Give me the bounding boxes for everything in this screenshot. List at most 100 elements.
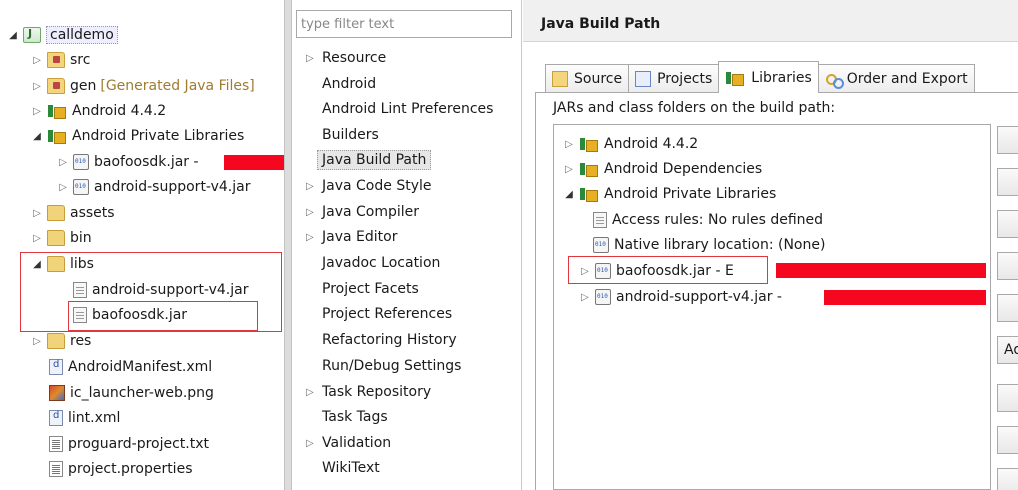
expand-arrow-icon[interactable]: ▷ — [306, 181, 322, 192]
nav-item-project-references[interactable]: Project References — [306, 302, 452, 326]
lib-item-android-private-libraries[interactable]: ◢ Android Private Libraries — [562, 181, 776, 207]
remove-button[interactable] — [997, 426, 1018, 454]
lib-item-access-rules[interactable]: Access rules: No rules defined — [590, 207, 823, 233]
nav-item-validation[interactable]: ▷ Validation — [306, 431, 391, 455]
collapse-arrow-icon[interactable]: ◢ — [30, 131, 44, 142]
expand-arrow-icon[interactable]: ▷ — [30, 55, 44, 66]
tree-item-android-private-libraries[interactable]: ◢ Android Private Libraries — [30, 123, 244, 149]
nav-item-android[interactable]: Android — [306, 72, 376, 96]
expand-arrow-icon[interactable]: ▷ — [306, 207, 322, 218]
nav-item-java-build-path[interactable]: Java Build Path — [306, 148, 432, 172]
expand-arrow-icon[interactable]: ▷ — [578, 292, 592, 303]
tree-item-label: libs — [70, 256, 94, 272]
tree-item-assets[interactable]: ▷ assets — [30, 200, 115, 226]
expand-arrow-icon[interactable]: ▷ — [306, 387, 322, 398]
folder-icon — [47, 230, 65, 246]
expand-arrow-icon[interactable]: ▷ — [30, 208, 44, 219]
tab-source[interactable]: Source — [545, 64, 630, 92]
nav-item-builders[interactable]: Builders — [306, 123, 379, 147]
tree-item-label: gen — [70, 78, 97, 94]
tree-item-ic-launcher[interactable]: ic_launcher-web.png — [46, 380, 214, 406]
expand-arrow-icon[interactable]: ▷ — [30, 106, 44, 117]
expand-arrow-icon[interactable]: ▷ — [30, 233, 44, 244]
nav-item-run-debug-settings[interactable]: Run/Debug Settings — [306, 354, 461, 378]
nav-item-label: Run/Debug Settings — [322, 358, 462, 374]
expand-arrow-icon[interactable]: ▷ — [578, 266, 592, 277]
tree-item-baofoosdk-jar[interactable]: ▷ baofoosdk.jar - — [56, 149, 199, 175]
view-splitter[interactable] — [284, 0, 292, 490]
expand-arrow-icon[interactable]: ▷ — [30, 81, 44, 92]
filter-input[interactable] — [296, 10, 512, 38]
tree-item-libs-baofoosdk-jar[interactable]: baofoosdk.jar — [70, 302, 187, 328]
tree-item-libs[interactable]: ◢ libs — [30, 251, 94, 277]
jar-icon — [73, 154, 89, 170]
tree-item-libs-android-support-jar[interactable]: android-support-v4.jar — [70, 277, 248, 303]
nav-item-android-lint[interactable]: Android Lint Preferences — [306, 97, 493, 121]
add-variable-button[interactable] — [997, 210, 1018, 238]
tab-label: Order and Export — [846, 70, 968, 87]
redaction-bar — [776, 263, 986, 278]
expand-arrow-icon[interactable]: ▷ — [306, 53, 322, 64]
tree-item-proguard[interactable]: proguard-project.txt — [46, 431, 209, 457]
collapse-arrow-icon[interactable]: ◢ — [562, 189, 576, 200]
tree-item-bin[interactable]: ▷ bin — [30, 225, 92, 251]
tab-label: Projects — [657, 70, 713, 87]
lib-item-baofoosdk-jar[interactable]: ▷ baofoosdk.jar - E — [578, 258, 734, 284]
nav-item-resource[interactable]: ▷ Resource — [306, 46, 386, 70]
nav-item-project-facets[interactable]: Project Facets — [306, 277, 419, 301]
nav-item-task-repository[interactable]: ▷ Task Repository — [306, 380, 431, 404]
expand-arrow-icon[interactable]: ▷ — [56, 157, 70, 168]
add-external-jars-button[interactable] — [997, 168, 1018, 196]
nav-item-java-code-style[interactable]: ▷ Java Code Style — [306, 174, 431, 198]
migrate-jar-button[interactable] — [997, 468, 1018, 490]
lib-item-android-442[interactable]: ▷ Android 4.4.2 — [562, 131, 698, 157]
tree-item-res[interactable]: ▷ res — [30, 328, 91, 354]
lib-item-android-dependencies[interactable]: ▷ Android Dependencies — [562, 156, 762, 182]
nav-item-java-compiler[interactable]: ▷ Java Compiler — [306, 200, 419, 224]
tree-item-label: bin — [70, 230, 92, 246]
nav-item-java-editor[interactable]: ▷ Java Editor — [306, 225, 397, 249]
add-external-class-folder-button[interactable]: Ad — [997, 336, 1018, 364]
tree-item-lint-xml[interactable]: lint.xml — [46, 405, 120, 431]
tree-item-android-manifest[interactable]: AndroidManifest.xml — [46, 354, 212, 380]
nav-item-wikitext[interactable]: WikiText — [306, 456, 380, 480]
tree-item-android-support-jar[interactable]: ▷ android-support-v4.jar — [56, 174, 250, 200]
tree-item-label: baofoosdk.jar - — [94, 154, 199, 170]
tree-item-src[interactable]: ▷ src — [30, 47, 90, 73]
library-icon — [579, 161, 599, 177]
expand-arrow-icon[interactable]: ▷ — [306, 438, 322, 449]
project-icon — [23, 27, 41, 43]
nav-item-javadoc-location[interactable]: Javadoc Location — [306, 251, 440, 275]
tab-projects[interactable]: Projects — [628, 64, 720, 92]
tree-item-android-442[interactable]: ▷ Android 4.4.2 — [30, 98, 166, 124]
tree-item-label: src — [70, 52, 91, 68]
build-path-tree[interactable]: ▷ Android 4.4.2 ▷ Android Dependencies ◢… — [553, 124, 991, 490]
expand-arrow-icon[interactable]: ▷ — [562, 164, 576, 175]
source-tab-icon — [552, 70, 568, 87]
tree-item-label: project.properties — [68, 461, 193, 477]
tab-order-and-export[interactable]: Order and Export — [817, 64, 975, 92]
tab-libraries[interactable]: Libraries — [718, 61, 819, 93]
jar-icon — [595, 289, 611, 305]
add-jars-button[interactable] — [997, 126, 1018, 154]
tree-item-label: res — [70, 333, 92, 349]
file-icon — [73, 282, 87, 298]
collapse-arrow-icon[interactable]: ◢ — [6, 30, 20, 41]
nav-item-task-tags[interactable]: Task Tags — [306, 405, 388, 429]
add-class-folder-button[interactable] — [997, 294, 1018, 322]
lib-item-android-support-jar[interactable]: ▷ android-support-v4.jar - — [578, 284, 782, 310]
expand-arrow-icon[interactable]: ▷ — [562, 139, 576, 150]
page-title: Java Build Path — [523, 0, 1018, 42]
edit-button[interactable] — [997, 384, 1018, 412]
expand-arrow-icon[interactable]: ▷ — [56, 182, 70, 193]
tree-item-project-properties[interactable]: project.properties — [46, 456, 192, 482]
tree-item-gen[interactable]: ▷ gen [Generated Java Files] — [30, 73, 255, 99]
add-library-button[interactable] — [997, 252, 1018, 280]
expand-arrow-icon[interactable]: ▷ — [30, 336, 44, 347]
expand-arrow-icon[interactable]: ▷ — [306, 232, 322, 243]
tree-item-calldemo[interactable]: ◢ calldemo — [6, 22, 118, 48]
collapse-arrow-icon[interactable]: ◢ — [30, 259, 44, 270]
nav-item-refactoring-history[interactable]: Refactoring History — [306, 328, 457, 352]
tree-item-label: assets — [70, 205, 115, 221]
lib-item-native-library[interactable]: Native library location: (None) — [590, 232, 825, 258]
